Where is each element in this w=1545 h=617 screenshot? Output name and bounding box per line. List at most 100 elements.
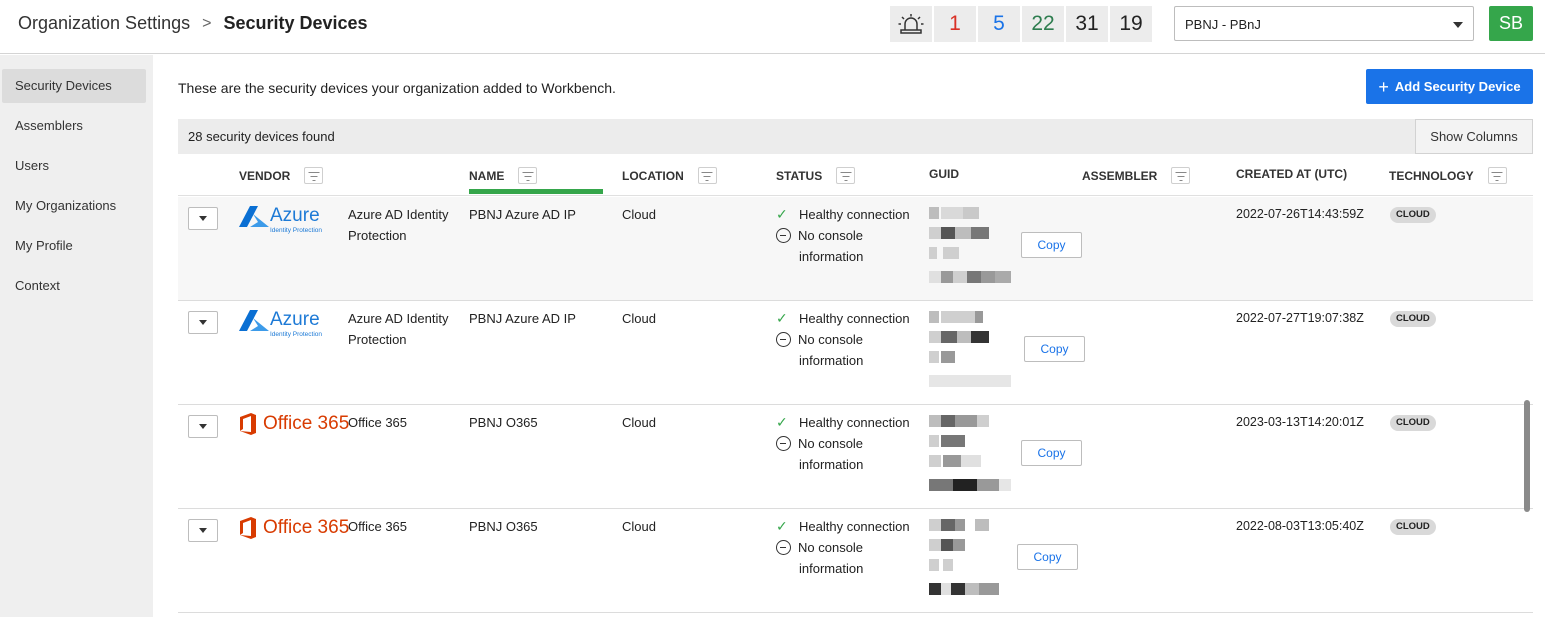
sidebar-item-context[interactable]: Context bbox=[2, 269, 146, 303]
top-header: Organization Settings > Security Devices… bbox=[0, 0, 1545, 54]
add-security-device-button[interactable]: + Add Security Device bbox=[1366, 69, 1533, 104]
check-icon: ✓ bbox=[776, 414, 788, 430]
breadcrumb: Organization Settings > Security Devices bbox=[18, 13, 368, 34]
alert-count-5[interactable]: 19 bbox=[1110, 6, 1154, 42]
results-bar: 28 security devices found Show Columns bbox=[178, 119, 1533, 154]
technology-badge: CLOUD bbox=[1390, 311, 1436, 327]
device-status: ✓ Healthy connection No console informati… bbox=[776, 412, 910, 475]
copy-guid-button[interactable]: Copy bbox=[1021, 440, 1082, 466]
plus-icon: + bbox=[1378, 76, 1389, 97]
device-location: Cloud bbox=[622, 311, 656, 326]
sidebar-item-my-profile[interactable]: My Profile bbox=[2, 229, 146, 263]
results-count: 28 security devices found bbox=[188, 129, 335, 144]
filter-icon[interactable] bbox=[697, 167, 717, 184]
breadcrumb-organization-settings[interactable]: Organization Settings bbox=[18, 13, 190, 34]
column-header-created-at[interactable]: CREATED AT (UTC) bbox=[1236, 167, 1347, 181]
alert-count-value: 1 bbox=[949, 12, 961, 35]
expand-row-button[interactable] bbox=[188, 311, 218, 334]
column-header-assembler[interactable]: ASSEMBLER bbox=[1082, 167, 1191, 184]
device-status: ✓ Healthy connection No console informati… bbox=[776, 308, 910, 371]
office365-logo: Office 365 bbox=[238, 517, 349, 539]
minus-circle-icon bbox=[776, 332, 791, 347]
check-icon: ✓ bbox=[776, 518, 788, 534]
column-header-label: TECHNOLOGY bbox=[1389, 168, 1474, 183]
alert-count-2[interactable]: 5 bbox=[978, 6, 1022, 42]
table-row[interactable]: Office 365 Office 365 PBNJ O365 Cloud ✓ H… bbox=[178, 405, 1533, 509]
filter-icon[interactable] bbox=[1171, 167, 1191, 184]
avatar[interactable]: SB bbox=[1489, 6, 1533, 41]
sidebar-item-my-organizations[interactable]: My Organizations bbox=[2, 189, 146, 223]
organization-selector[interactable]: PBNJ - PBnJ bbox=[1174, 6, 1474, 41]
column-header-vendor[interactable]: VENDOR bbox=[239, 167, 324, 184]
technology-badge: CLOUD bbox=[1390, 415, 1436, 431]
minus-circle-icon bbox=[776, 228, 791, 243]
copy-guid-button[interactable]: Copy bbox=[1024, 336, 1085, 362]
created-at: 2022-07-27T19:07:38Z bbox=[1236, 311, 1364, 325]
sidebar-item-users[interactable]: Users bbox=[2, 149, 146, 183]
alert-count-3[interactable]: 22 bbox=[1022, 6, 1066, 42]
column-header-label: VENDOR bbox=[239, 168, 291, 183]
alert-count-4[interactable]: 31 bbox=[1066, 6, 1110, 42]
table-header: VENDOR NAME LOCATION STATUS GUID ASSEMBL… bbox=[178, 154, 1533, 196]
copy-guid-button[interactable]: Copy bbox=[1017, 544, 1078, 570]
minus-circle-icon bbox=[776, 540, 791, 555]
column-header-label: ASSEMBLER bbox=[1082, 168, 1158, 183]
filter-icon[interactable] bbox=[304, 167, 324, 184]
sidebar-item-assemblers[interactable]: Assemblers bbox=[2, 109, 146, 143]
expand-row-button[interactable] bbox=[188, 519, 218, 542]
status-console: No console bbox=[798, 540, 864, 555]
column-header-technology[interactable]: TECHNOLOGY bbox=[1389, 167, 1507, 184]
column-header-name[interactable]: NAME bbox=[469, 167, 538, 184]
status-healthy: Healthy connection bbox=[799, 311, 910, 326]
siren-icon[interactable] bbox=[890, 6, 934, 42]
guid-redacted bbox=[929, 311, 1019, 393]
filter-icon[interactable] bbox=[836, 167, 856, 184]
alert-summary: 1 5 22 31 19 bbox=[890, 6, 1154, 42]
alert-count-value: 22 bbox=[1031, 12, 1055, 35]
office365-logo-text: Office 365 bbox=[263, 413, 350, 434]
filter-icon[interactable] bbox=[1487, 167, 1507, 184]
expand-row-button[interactable] bbox=[188, 207, 218, 230]
column-header-label: STATUS bbox=[776, 168, 823, 183]
column-header-location[interactable]: LOCATION bbox=[622, 167, 717, 184]
status-console-detail: information bbox=[799, 249, 864, 264]
sidebar: Security Devices Assemblers Users My Org… bbox=[0, 55, 153, 617]
table-row[interactable]: Azure Identity Protection Azure AD Ident… bbox=[178, 197, 1533, 301]
alert-count-value: 19 bbox=[1119, 12, 1143, 35]
status-console: No console bbox=[798, 332, 864, 347]
filter-icon[interactable] bbox=[518, 167, 538, 184]
table-row[interactable]: Azure Identity Protection Azure AD Ident… bbox=[178, 301, 1533, 405]
created-at: 2022-07-26T14:43:59Z bbox=[1236, 207, 1364, 221]
page-title: Security Devices bbox=[223, 13, 368, 33]
minus-circle-icon bbox=[776, 436, 791, 451]
guid-redacted bbox=[929, 415, 1019, 497]
copy-guid-button[interactable]: Copy bbox=[1021, 232, 1082, 258]
column-header-status[interactable]: STATUS bbox=[776, 167, 856, 184]
office365-logo: Office 365 bbox=[238, 413, 349, 435]
chevron-down-icon bbox=[1453, 22, 1463, 28]
column-header-label: GUID bbox=[929, 167, 959, 181]
alert-count-value: 31 bbox=[1075, 12, 1099, 35]
show-columns-button[interactable]: Show Columns bbox=[1415, 119, 1533, 154]
created-at: 2022-08-03T13:05:40Z bbox=[1236, 519, 1364, 533]
column-header-label: NAME bbox=[469, 168, 505, 183]
alert-count-1[interactable]: 1 bbox=[934, 6, 978, 42]
created-at: 2023-03-13T14:20:01Z bbox=[1236, 415, 1364, 429]
avatar-initials: SB bbox=[1498, 13, 1523, 33]
vertical-scrollbar[interactable] bbox=[1524, 400, 1530, 512]
active-sort-indicator bbox=[469, 189, 603, 194]
table-row[interactable]: Office 365 Office 365 PBNJ O365 Cloud ✓ H… bbox=[178, 509, 1533, 613]
expand-row-button[interactable] bbox=[188, 415, 218, 438]
device-name: PBNJ O365 bbox=[469, 415, 538, 430]
column-header-guid[interactable]: GUID bbox=[929, 167, 959, 181]
device-name: PBNJ Azure AD IP bbox=[469, 311, 576, 326]
add-security-device-label: Add Security Device bbox=[1394, 79, 1521, 94]
guid-redacted bbox=[929, 207, 1019, 289]
vendor-product: Azure AD Identity Protection bbox=[348, 207, 449, 243]
device-name: PBNJ Azure AD IP bbox=[469, 207, 576, 222]
sidebar-item-security-devices[interactable]: Security Devices bbox=[2, 69, 146, 103]
azure-logo: Azure Identity Protection bbox=[238, 309, 330, 339]
device-location: Cloud bbox=[622, 415, 656, 430]
azure-logo-subtext: Identity Protection bbox=[270, 227, 323, 234]
azure-logo-subtext: Identity Protection bbox=[270, 331, 323, 338]
